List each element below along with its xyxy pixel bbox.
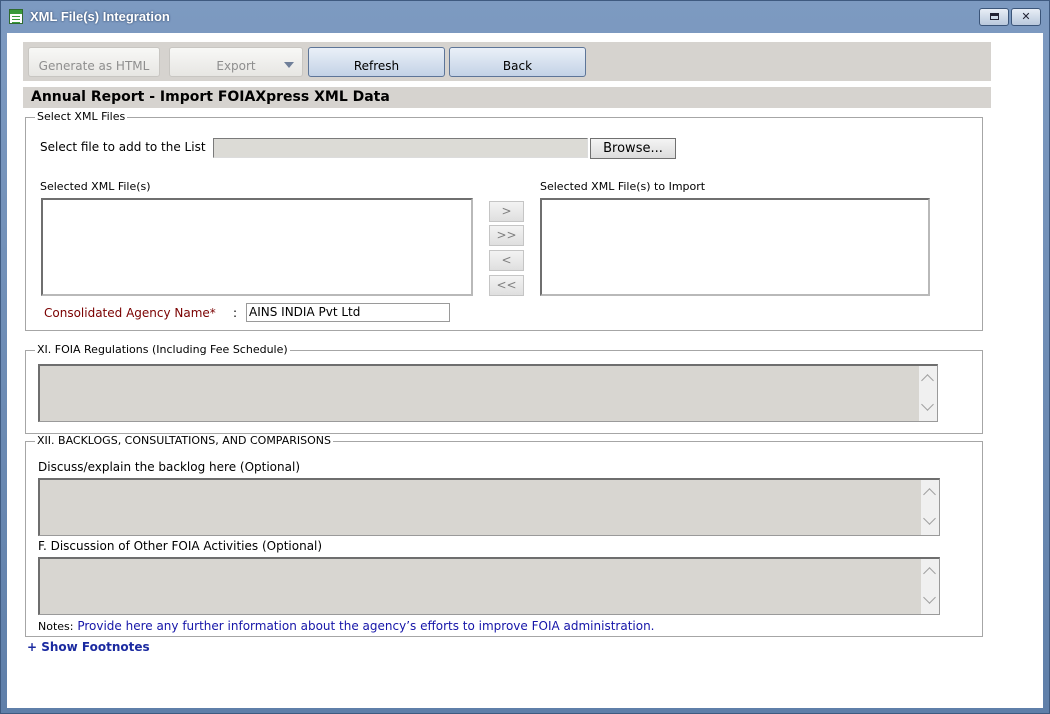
chevron-down-icon [921, 398, 934, 411]
selected-files-list[interactable] [41, 198, 473, 296]
notes-line: Notes: Provide here any further informat… [38, 619, 655, 633]
move-right-button[interactable]: > [489, 201, 524, 222]
chevron-up-icon [923, 567, 936, 580]
backlog-label: Discuss/explain the backlog here (Option… [38, 460, 300, 474]
chevron-down-icon [923, 591, 936, 604]
maximize-icon [989, 12, 999, 20]
export-button[interactable]: Export [169, 47, 303, 77]
close-icon: ✕ [1021, 10, 1031, 23]
maximize-button[interactable] [979, 8, 1009, 26]
backlog-scrollbar[interactable] [921, 480, 939, 535]
chevron-up-icon [923, 488, 936, 501]
select-xml-files-group: Select XML Files Select file to add to t… [25, 111, 983, 331]
show-footnotes-link[interactable]: + Show Footnotes [27, 640, 150, 654]
file-path-input[interactable] [213, 138, 588, 158]
back-button[interactable]: Back [449, 47, 586, 77]
close-button[interactable]: ✕ [1011, 8, 1041, 26]
backlogs-group: XII. BACKLOGS, CONSULTATIONS, AND COMPAR… [25, 435, 983, 637]
browse-button[interactable]: Browse... [590, 138, 676, 159]
agency-name-input[interactable]: AINS INDIA Pvt Ltd [246, 303, 450, 322]
selected-import-label: Selected XML File(s) to Import [540, 180, 706, 193]
regulations-scrollbar[interactable] [919, 366, 937, 421]
agency-name-label: Consolidated Agency Name* [44, 306, 216, 320]
chevron-up-icon [921, 374, 934, 387]
other-activities-textarea[interactable] [38, 557, 940, 615]
chevron-down-icon [923, 512, 936, 525]
page-title: Annual Report - Import FOIAXpress XML Da… [23, 87, 991, 108]
export-label: Export [216, 59, 256, 73]
select-file-label: Select file to add to the List [40, 140, 206, 154]
move-all-left-button[interactable]: << [489, 275, 524, 296]
select-xml-files-legend: Select XML Files [37, 110, 126, 123]
backlog-textarea[interactable] [38, 478, 940, 536]
client-area: Generate as HTML Export Refresh Back Ann… [7, 33, 1043, 708]
foia-regulations-legend: XI. FOIA Regulations (Including Fee Sche… [37, 343, 288, 356]
chevron-down-icon [284, 62, 294, 68]
title-bar[interactable]: XML File(s) Integration ✕ [1, 1, 1049, 33]
selected-files-label: Selected XML File(s) [40, 180, 151, 193]
generate-html-button[interactable]: Generate as HTML [28, 47, 160, 77]
notes-label: Notes: [38, 620, 74, 633]
backlogs-legend: XII. BACKLOGS, CONSULTATIONS, AND COMPAR… [37, 434, 332, 447]
move-all-right-button[interactable]: >> [489, 225, 524, 246]
foia-regulations-group: XI. FOIA Regulations (Including Fee Sche… [25, 344, 983, 434]
move-left-button[interactable]: < [489, 250, 524, 271]
form-icon [9, 9, 23, 24]
window-title: XML File(s) Integration [30, 9, 170, 24]
agency-separator: : [233, 306, 238, 320]
other-activities-label: F. Discussion of Other FOIA Activities (… [38, 539, 323, 553]
foia-regulations-textarea[interactable] [38, 364, 938, 422]
notes-text: Provide here any further information abo… [77, 619, 655, 633]
selected-import-list[interactable] [540, 198, 930, 296]
app-window: XML File(s) Integration ✕ Generate as HT… [0, 0, 1050, 714]
refresh-button[interactable]: Refresh [308, 47, 445, 77]
toolbar: Generate as HTML Export Refresh Back [23, 42, 991, 81]
other-activities-scrollbar[interactable] [921, 559, 939, 614]
